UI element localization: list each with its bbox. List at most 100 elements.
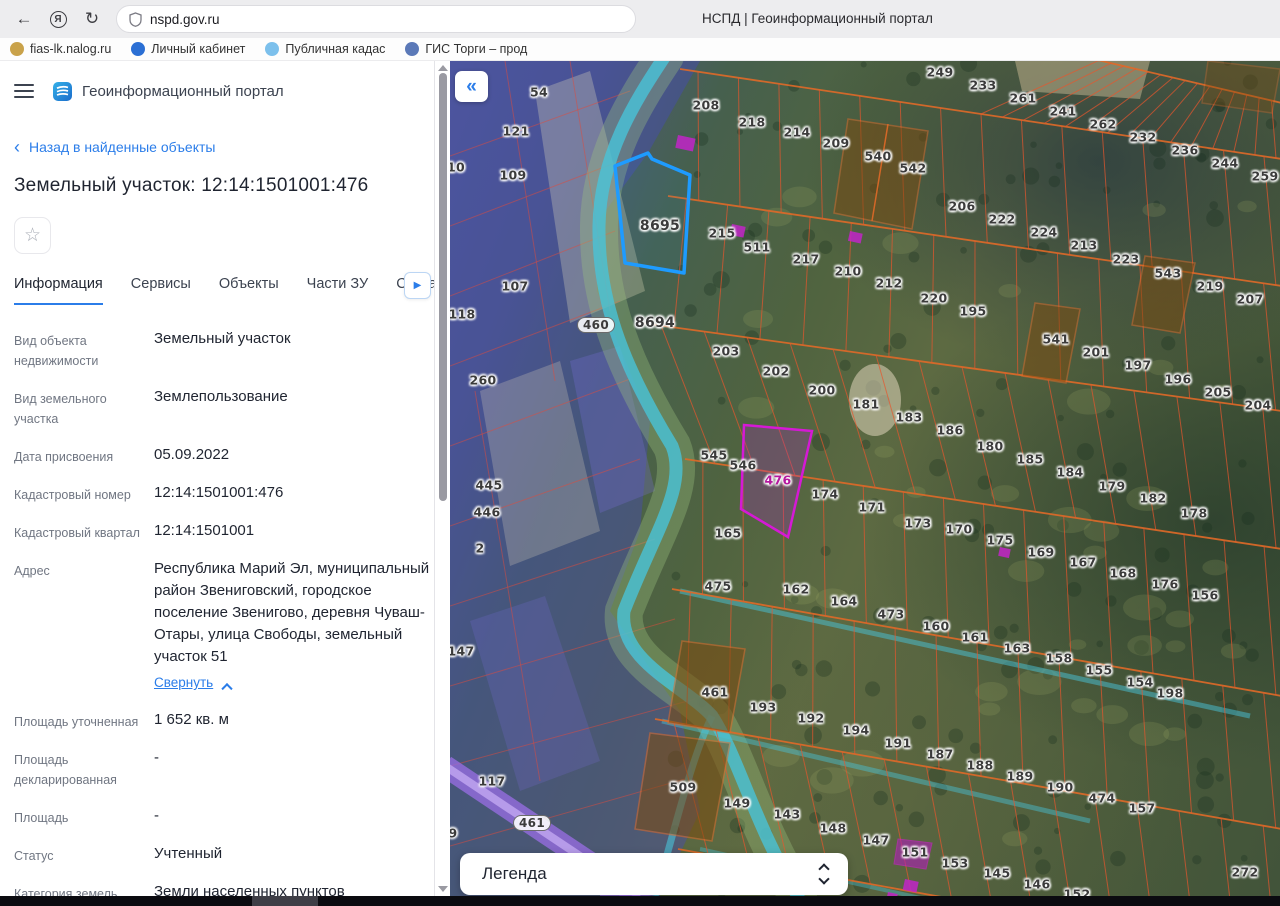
- parcel-label-446[interactable]: 446: [474, 505, 501, 520]
- parcel-label-461[interactable]: 461: [702, 685, 729, 700]
- parcel-label-217[interactable]: 217: [793, 252, 820, 267]
- parcel-label-193[interactable]: 193: [750, 700, 777, 715]
- parcel-label-153[interactable]: 153: [942, 856, 969, 871]
- parcel-label-261[interactable]: 261: [1010, 91, 1037, 106]
- parcel-label-259[interactable]: 259: [1252, 169, 1279, 184]
- parcel-label-151[interactable]: 151: [902, 845, 929, 860]
- parcel-label-202[interactable]: 202: [763, 364, 790, 379]
- parcel-label-173[interactable]: 173: [905, 516, 932, 531]
- parcel-label-158[interactable]: 158: [1046, 651, 1073, 666]
- parcel-label-185[interactable]: 185: [1017, 452, 1044, 467]
- parcel-label-168[interactable]: 168: [1110, 566, 1137, 581]
- parcel-label-541[interactable]: 541: [1043, 332, 1070, 347]
- yandex-icon[interactable]: Я: [44, 5, 72, 33]
- parcel-label-176[interactable]: 176: [1152, 577, 1179, 592]
- scroll-up-icon[interactable]: [438, 65, 448, 71]
- parcel-label-162[interactable]: 162: [783, 582, 810, 597]
- parcel-label-232[interactable]: 232: [1130, 130, 1157, 145]
- parcel-label-180[interactable]: 180: [977, 439, 1004, 454]
- parcel-label-175[interactable]: 175: [987, 533, 1014, 548]
- parcel-label-155[interactable]: 155: [1086, 663, 1113, 678]
- parcel-label-476[interactable]: 476: [765, 473, 792, 488]
- parcel-label-461[interactable]: 461: [513, 815, 551, 831]
- parcel-label-170[interactable]: 170: [946, 522, 973, 537]
- parcel-label-223[interactable]: 223: [1113, 252, 1140, 267]
- parcel-label-473[interactable]: 473: [878, 607, 905, 622]
- parcel-label-183[interactable]: 183: [896, 410, 923, 425]
- parcel-label-179[interactable]: 179: [1099, 479, 1126, 494]
- parcel-label-205[interactable]: 205: [1205, 385, 1232, 400]
- parcel-label-147[interactable]: 147: [863, 833, 890, 848]
- parcel-label-546[interactable]: 546: [730, 458, 757, 473]
- parcel-label-206[interactable]: 206: [949, 199, 976, 214]
- parcel-label-249[interactable]: 249: [927, 65, 954, 80]
- parcel-label-9[interactable]: 9: [450, 826, 458, 841]
- parcel-label-236[interactable]: 236: [1172, 143, 1199, 158]
- parcel-label-157[interactable]: 157: [1129, 801, 1156, 816]
- parcel-label-511[interactable]: 511: [744, 240, 771, 255]
- parcel-label-174[interactable]: 174: [812, 487, 839, 502]
- parcel-label-117[interactable]: 117: [479, 774, 506, 789]
- parcel-label-2[interactable]: 2: [476, 541, 485, 556]
- parcel-label-222[interactable]: 222: [989, 212, 1016, 227]
- parcel-label-241[interactable]: 241: [1050, 104, 1077, 119]
- parcel-label-145[interactable]: 145: [984, 866, 1011, 881]
- parcel-label-8694[interactable]: 8694: [635, 315, 675, 331]
- parcel-label-181[interactable]: 181: [853, 397, 880, 412]
- parcel-label-195[interactable]: 195: [960, 304, 987, 319]
- parcel-label-260[interactable]: 260: [470, 373, 497, 388]
- parcel-label-540[interactable]: 540: [865, 149, 892, 164]
- parcel-label-210[interactable]: 210: [835, 264, 862, 279]
- parcel-label-509[interactable]: 509: [670, 780, 697, 795]
- parcel-label-445[interactable]: 445: [476, 478, 503, 493]
- address-collapse-link[interactable]: Свернуть: [154, 675, 213, 690]
- parcel-label-184[interactable]: 184: [1057, 465, 1084, 480]
- parcel-label-118[interactable]: 118: [450, 307, 476, 322]
- parcel-label-191[interactable]: 191: [885, 736, 912, 751]
- parcel-label-143[interactable]: 143: [774, 807, 801, 822]
- scrollbar-thumb[interactable]: [439, 73, 447, 501]
- bookmark-item[interactable]: Личный кабинет: [131, 42, 245, 56]
- parcel-label-201[interactable]: 201: [1083, 345, 1110, 360]
- parcel-label-54[interactable]: 54: [530, 85, 548, 100]
- parcel-label-460[interactable]: 460: [577, 317, 615, 333]
- panel-scrollbar[interactable]: [434, 61, 450, 896]
- refresh-icon[interactable]: ↻: [78, 5, 106, 33]
- parcel-label-167[interactable]: 167: [1070, 555, 1097, 570]
- parcel-label-209[interactable]: 209: [823, 136, 850, 151]
- parcel-label-203[interactable]: 203: [713, 344, 740, 359]
- parcel-label-475[interactable]: 475: [705, 579, 732, 594]
- parcel-label-192[interactable]: 192: [798, 711, 825, 726]
- tab-объекты[interactable]: Объекты: [219, 276, 279, 303]
- parcel-label-149[interactable]: 149: [724, 796, 751, 811]
- parcel-label-160[interactable]: 160: [923, 619, 950, 634]
- parcel-label-220[interactable]: 220: [921, 291, 948, 306]
- parcel-label-545[interactable]: 545: [701, 448, 728, 463]
- tabs-scroll-right-button[interactable]: ▶: [404, 272, 431, 299]
- parcel-label-187[interactable]: 187: [927, 747, 954, 762]
- parcel-label-148[interactable]: 148: [820, 821, 847, 836]
- parcel-label-178[interactable]: 178: [1181, 506, 1208, 521]
- cadastral-map[interactable]: 54 121 10 109 107 118 460 260 445 446 2 147 117 9 461 8…: [450, 61, 1280, 896]
- parcel-label-165[interactable]: 165: [715, 526, 742, 541]
- bookmark-item[interactable]: fias-lk.nalog.ru: [10, 42, 111, 56]
- parcel-label-163[interactable]: 163: [1004, 641, 1031, 656]
- parcel-label-190[interactable]: 190: [1047, 780, 1074, 795]
- parcel-label-171[interactable]: 171: [859, 500, 886, 515]
- favorite-star-button[interactable]: ☆: [14, 217, 51, 254]
- parcel-label-154[interactable]: 154: [1127, 675, 1154, 690]
- parcel-label-182[interactable]: 182: [1140, 491, 1167, 506]
- parcel-label-164[interactable]: 164: [831, 594, 858, 609]
- parcel-label-121[interactable]: 121: [503, 124, 530, 139]
- parcel-label-169[interactable]: 169: [1028, 545, 1055, 560]
- bookmark-item[interactable]: Публичная кадас: [265, 42, 385, 56]
- scroll-down-icon[interactable]: [438, 886, 448, 892]
- parcel-label-200[interactable]: 200: [809, 383, 836, 398]
- parcel-label-262[interactable]: 262: [1090, 117, 1117, 132]
- parcel-label-542[interactable]: 542: [900, 161, 927, 176]
- collapse-panel-button[interactable]: «: [455, 71, 488, 102]
- parcel-label-146[interactable]: 146: [1024, 877, 1051, 892]
- parcel-label-474[interactable]: 474: [1089, 791, 1116, 806]
- parcel-label-189[interactable]: 189: [1007, 769, 1034, 784]
- parcel-label-196[interactable]: 196: [1165, 372, 1192, 387]
